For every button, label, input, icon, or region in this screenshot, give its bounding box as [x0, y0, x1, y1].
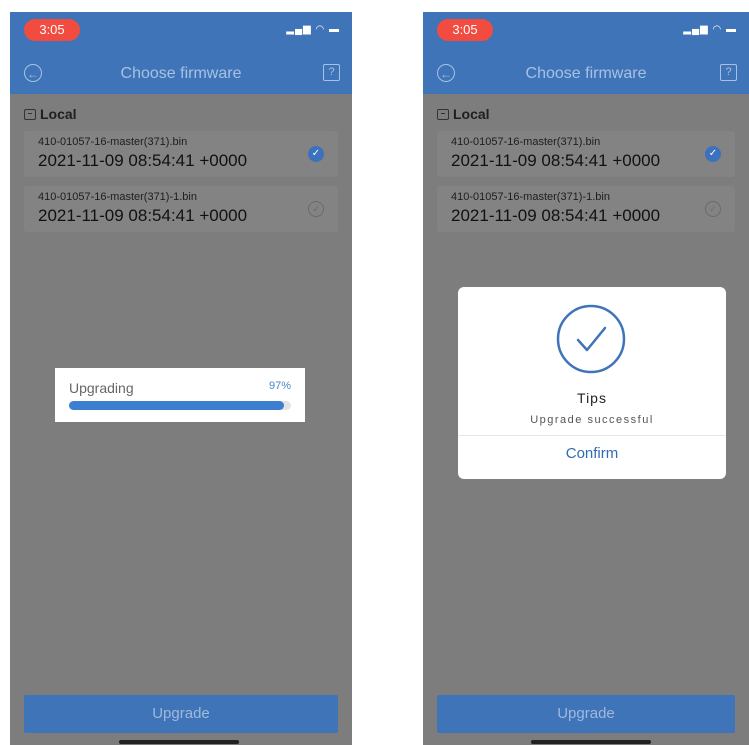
- folder-icon: [437, 109, 449, 120]
- status-time: 3:05: [437, 19, 493, 41]
- progress-label: Upgrading: [69, 380, 134, 396]
- page-title: Choose firmware: [525, 65, 647, 82]
- section-local: Local: [24, 106, 77, 122]
- success-check-icon: [556, 304, 626, 374]
- upgrade-button[interactable]: Upgrade: [437, 695, 735, 733]
- file-date: 2021-11-09 08:54:41 +0000: [38, 206, 248, 225]
- upgrade-progress-dialog: Upgrading 97%: [55, 368, 305, 422]
- section-label: Local: [40, 106, 77, 122]
- file-row[interactable]: 410-01057-16-master(371).bin 2021-11-09 …: [24, 131, 338, 177]
- home-indicator: [531, 740, 651, 744]
- section-local: Local: [437, 106, 490, 122]
- upgrade-success-dialog: Tips Upgrade successful Confirm: [458, 287, 726, 479]
- file-row[interactable]: 410-01057-16-master(371)-1.bin 2021-11-0…: [437, 186, 735, 232]
- file-name: 410-01057-16-master(371).bin: [451, 136, 601, 148]
- signal-wifi-battery-icon: ▂▄▆ ◠ ▬: [683, 24, 737, 35]
- folder-icon: [24, 109, 36, 120]
- nav-bar: ← Choose firmware ?: [10, 54, 352, 94]
- file-name: 410-01057-16-master(371)-1.bin: [38, 191, 197, 203]
- file-date: 2021-11-09 08:54:41 +0000: [38, 151, 248, 170]
- status-bar: 3:05 ▂▄▆ ◠ ▬: [423, 12, 749, 54]
- file-name: 410-01057-16-master(371)-1.bin: [451, 191, 610, 203]
- checkmark-selected-icon[interactable]: ✓: [308, 146, 324, 162]
- phone-screen-success: 3:05 ▂▄▆ ◠ ▬ ← Choose firmware ? Local 4…: [423, 12, 749, 745]
- checkmark-unselected-icon[interactable]: ✓: [705, 201, 721, 217]
- content-area: Local 410-01057-16-master(371).bin 2021-…: [10, 94, 352, 745]
- status-time: 3:05: [24, 19, 80, 41]
- upgrade-button[interactable]: Upgrade: [24, 695, 338, 733]
- page-title: Choose firmware: [120, 65, 242, 82]
- dialog-divider: [458, 435, 726, 436]
- dialog-title: Tips: [577, 390, 607, 406]
- home-indicator: [119, 740, 239, 744]
- file-row[interactable]: 410-01057-16-master(371)-1.bin 2021-11-0…: [24, 186, 338, 232]
- file-row[interactable]: 410-01057-16-master(371).bin 2021-11-09 …: [437, 131, 735, 177]
- nav-bar: ← Choose firmware ?: [423, 54, 749, 94]
- progress-fill: [69, 401, 285, 410]
- section-label: Local: [453, 106, 490, 122]
- help-icon[interactable]: ?: [720, 64, 737, 81]
- confirm-button[interactable]: Confirm: [458, 445, 726, 462]
- signal-wifi-battery-icon: ▂▄▆ ◠ ▬: [286, 24, 340, 35]
- checkmark-selected-icon[interactable]: ✓: [705, 146, 721, 162]
- checkmark-unselected-icon[interactable]: ✓: [308, 201, 324, 217]
- phone-screen-upgrading: 3:05 ▂▄▆ ◠ ▬ ← Choose firmware ? Local 4…: [10, 12, 352, 745]
- file-name: 410-01057-16-master(371).bin: [38, 136, 188, 148]
- dialog-message: Upgrade successful: [530, 414, 654, 426]
- progress-track: [69, 401, 291, 410]
- file-date: 2021-11-09 08:54:41 +0000: [451, 206, 661, 225]
- progress-percent: 97%: [268, 380, 291, 392]
- help-icon[interactable]: ?: [323, 64, 340, 81]
- file-date: 2021-11-09 08:54:41 +0000: [451, 151, 661, 170]
- status-bar: 3:05 ▂▄▆ ◠ ▬: [10, 12, 352, 54]
- content-area: Local 410-01057-16-master(371).bin 2021-…: [423, 94, 749, 745]
